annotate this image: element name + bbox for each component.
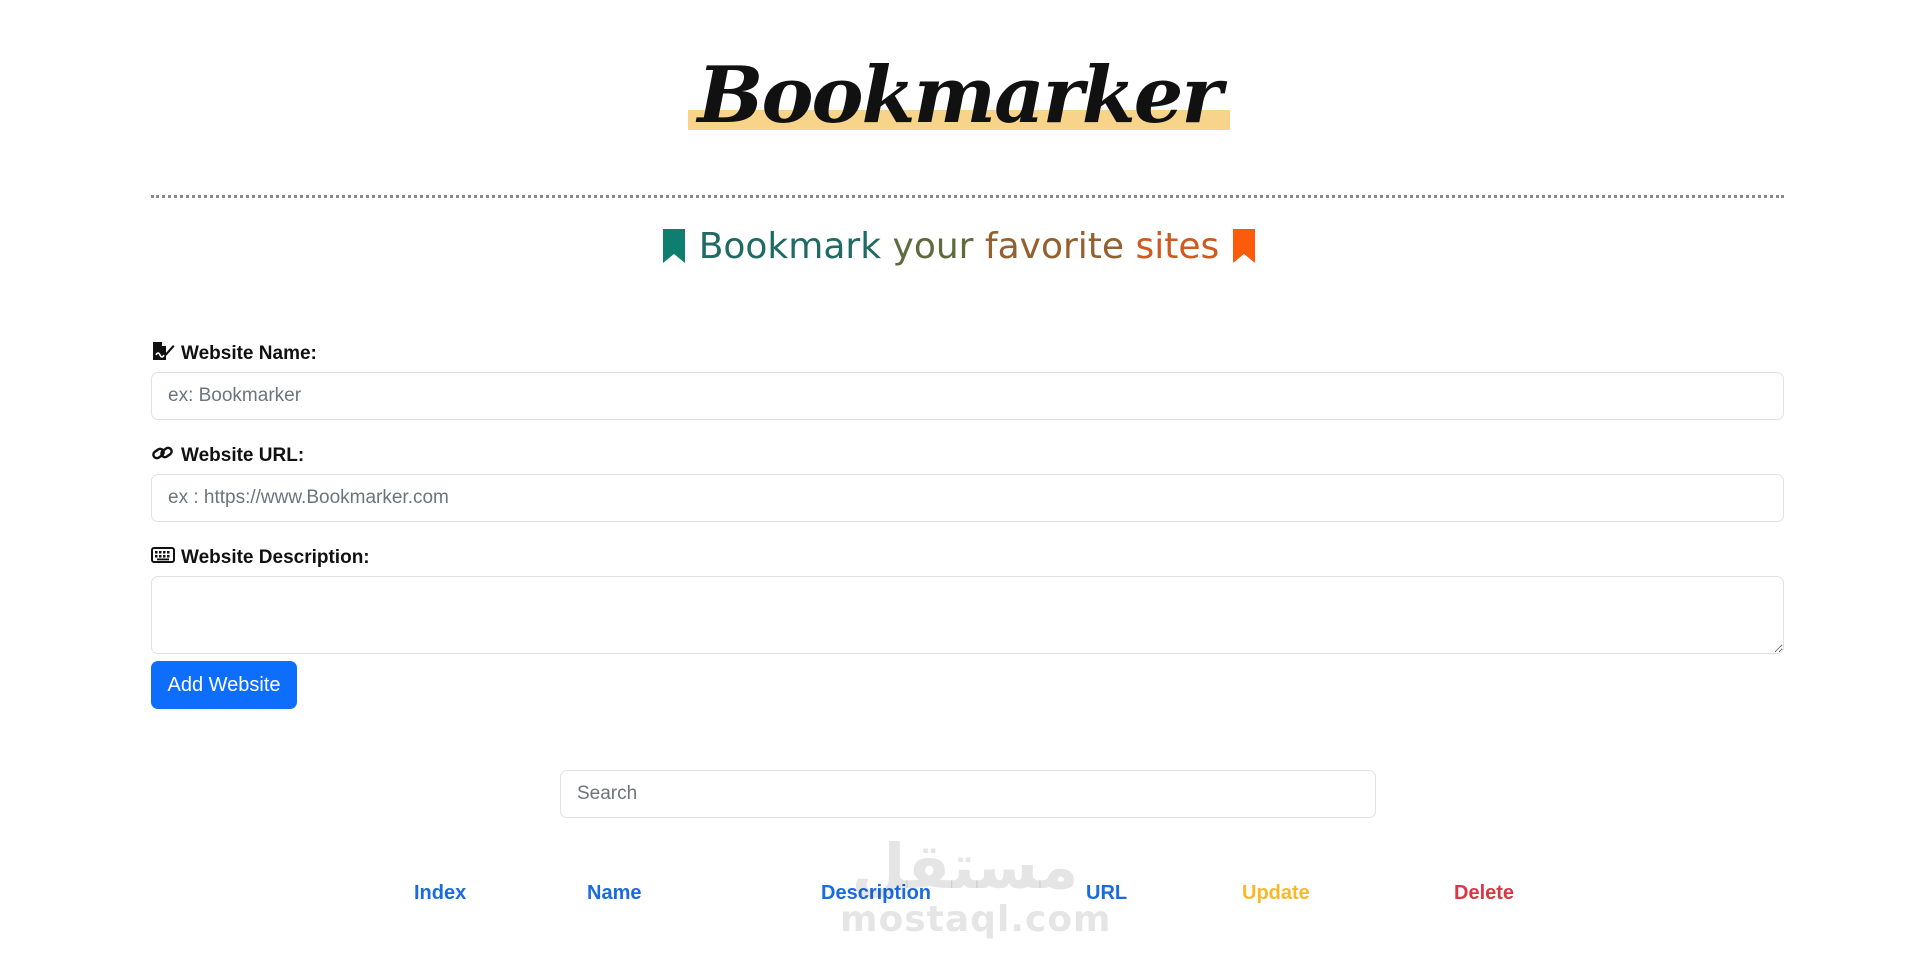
tagline-word-4: sites — [1135, 226, 1220, 267]
table-header-update: Update — [1242, 882, 1310, 904]
page: Bookmarker Bookmark your favorite sites — [0, 0, 1918, 965]
website-name-input[interactable] — [151, 372, 1784, 420]
website-description-label-row: Website Description: — [151, 544, 1784, 572]
bookmark-icon-left — [661, 226, 698, 267]
dotted-divider — [151, 195, 1784, 198]
logo-container: Bookmarker — [0, 48, 1918, 144]
website-name-label: Website Name: — [181, 343, 317, 364]
tagline-word-2: your — [892, 226, 974, 267]
bookmark-icon-right — [1231, 226, 1257, 267]
bookmark-form: Website Name: Website URL: — [151, 340, 1784, 676]
website-name-label-row: Website Name: — [151, 340, 1784, 368]
watermark-latin: mostaql.com — [840, 899, 1112, 940]
website-url-label: Website URL: — [181, 445, 305, 466]
table-header-description: Description — [821, 882, 932, 904]
website-url-label-row: Website URL: — [151, 442, 1784, 470]
table-header-delete: Delete — [1454, 882, 1515, 904]
tagline: Bookmark your favorite sites — [0, 222, 1918, 272]
link-icon — [151, 443, 175, 469]
website-url-input[interactable] — [151, 474, 1784, 522]
website-name-field: Website Name: — [151, 340, 1784, 420]
file-signature-icon — [151, 341, 175, 367]
table-header-index: Index — [414, 882, 467, 904]
website-url-field: Website URL: — [151, 442, 1784, 522]
keyboard-icon — [151, 546, 175, 570]
logo-text: Bookmarker — [697, 50, 1223, 141]
table-header-url: URL — [1086, 882, 1128, 904]
website-description-field: Website Description: — [151, 544, 1784, 654]
logo: Bookmarker — [687, 48, 1231, 144]
tagline-word-1: Bookmark — [698, 226, 882, 267]
search-input[interactable] — [560, 770, 1376, 818]
website-description-label: Website Description: — [181, 547, 370, 568]
add-website-button[interactable]: Add Website — [151, 661, 297, 709]
table-header-name: Name — [587, 882, 642, 904]
tagline-word-3: favorite — [984, 226, 1125, 267]
website-description-textarea[interactable] — [151, 576, 1784, 654]
